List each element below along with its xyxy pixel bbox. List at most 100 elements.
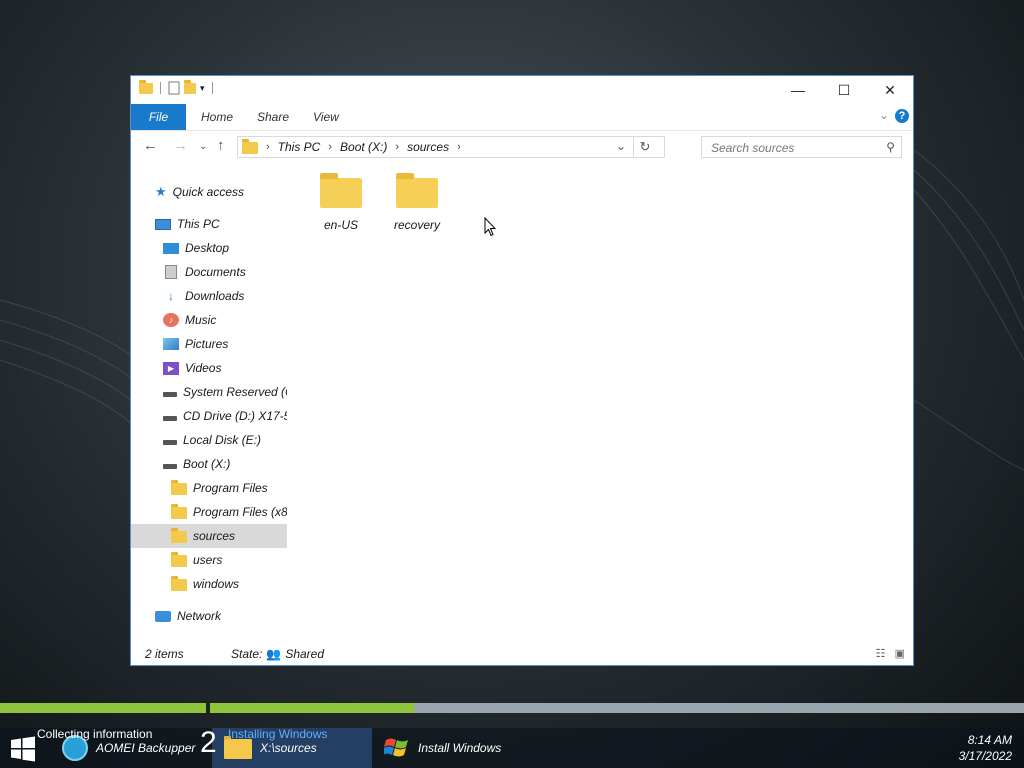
navigation-pane: ★ Quick access This PC Desktop Documents… [131, 176, 287, 646]
ribbon: File Home Share View ⌄ ? [131, 104, 913, 131]
nav-downloads[interactable]: ↓ Downloads [163, 284, 244, 308]
folder-icon [396, 173, 438, 208]
folder-item-recovery[interactable]: recovery [387, 172, 447, 232]
chevron-right-icon[interactable]: › [395, 141, 399, 153]
nav-program-files[interactable]: Program Files [171, 476, 268, 500]
chevron-right-icon[interactable]: › [457, 141, 461, 153]
nav-label: CD Drive (D:) X17-5 [183, 409, 287, 423]
status-bar: 2 items State: 👥 Shared ☷ ▣ [131, 641, 913, 665]
drive-icon [163, 463, 177, 469]
nav-local-disk[interactable]: Local Disk (E:) [163, 428, 261, 452]
nav-label: Boot (X:) [183, 457, 231, 471]
stage2-progress-fill [210, 703, 414, 713]
title-bar[interactable]: ▾ — ☐ ✕ [131, 76, 913, 104]
forward-icon[interactable]: → [173, 137, 188, 154]
nav-users[interactable]: users [171, 548, 222, 572]
taskbar-app-install-windows[interactable]: Install Windows [384, 728, 524, 768]
nav-program-files-x86[interactable]: Program Files (x86) [171, 500, 287, 524]
folder-icon [171, 503, 187, 519]
nav-label: System Reserved (C:) [183, 385, 287, 399]
folder-icon [320, 173, 362, 208]
drive-icon [163, 439, 177, 445]
setup-stage2-label: Installing Windows [228, 727, 328, 741]
nav-label: Quick access [172, 185, 245, 199]
tab-view[interactable]: View [313, 104, 339, 130]
large-icons-view-icon[interactable]: ▣ [895, 648, 905, 660]
nav-label: Music [185, 313, 217, 327]
star-icon: ★ [155, 184, 167, 199]
expand-ribbon-icon[interactable]: ⌄ [879, 108, 889, 122]
chevron-right-icon[interactable]: › [266, 141, 270, 153]
window-controls: — ☐ ✕ [775, 76, 913, 104]
folder-icon [242, 138, 258, 154]
nav-label: Downloads [185, 289, 245, 303]
videos-icon: ▶ [163, 361, 179, 375]
recent-locations-icon[interactable]: ⌄ [199, 141, 207, 152]
up-icon[interactable]: ↑ [217, 137, 225, 154]
nav-quick-access[interactable]: ★ Quick access [155, 180, 244, 204]
nav-this-pc[interactable]: This PC [155, 212, 220, 236]
back-icon[interactable]: ← [143, 137, 158, 154]
nav-label: sources [193, 529, 236, 543]
folder-item-en-us[interactable]: en-US [311, 172, 371, 232]
folder-label: recovery [393, 218, 440, 232]
details-view-icon[interactable]: ☷ [876, 648, 886, 660]
nav-label: Pictures [185, 337, 229, 351]
search-input[interactable] [709, 138, 883, 158]
breadcrumb-sources[interactable]: sources [407, 140, 449, 154]
nav-label: users [193, 553, 223, 567]
customize-qat-icon[interactable]: ▾ [200, 83, 205, 94]
nav-label: Program Files (x86) [193, 505, 287, 519]
nav-cd-drive[interactable]: CD Drive (D:) X17-5 [163, 404, 287, 428]
taskbar-app-label: X:\sources [260, 741, 317, 755]
nav-label: windows [193, 577, 240, 591]
refresh-icon[interactable]: ↻ [633, 137, 656, 157]
nav-desktop[interactable]: Desktop [163, 236, 229, 260]
nav-documents[interactable]: Documents [163, 260, 246, 284]
taskbar-app-label: AOMEI Backupper [96, 741, 196, 755]
address-dropdown-icon[interactable]: ⌄ [616, 139, 626, 153]
windows-start-icon[interactable] [10, 736, 36, 762]
stage1-progress-fill [0, 703, 206, 713]
computer-icon [155, 218, 171, 230]
tab-file[interactable]: File [131, 104, 186, 130]
folder-icon [171, 527, 187, 543]
maximize-button[interactable]: ☐ [821, 76, 867, 104]
search-icon: ⚲ [886, 140, 895, 154]
nav-system-reserved[interactable]: System Reserved (C:) [163, 380, 287, 404]
nav-videos[interactable]: ▶ Videos [163, 356, 221, 380]
address-bar[interactable]: › This PC › Boot (X:) › sources › ⌄ ↻ [237, 136, 665, 158]
nav-pictures[interactable]: Pictures [163, 332, 228, 356]
help-icon[interactable]: ? [895, 109, 909, 123]
setup-stage1-label: Collecting information [37, 727, 153, 741]
nav-music[interactable]: ♪ Music [163, 308, 216, 332]
nav-sources[interactable]: sources [131, 524, 287, 548]
cd-drive-icon [163, 415, 177, 421]
tab-home[interactable]: Home [201, 104, 233, 130]
windows-flag-icon [384, 738, 408, 757]
chevron-right-icon[interactable]: › [328, 141, 332, 153]
nav-label: Videos [185, 361, 222, 375]
folder-icon [171, 551, 187, 567]
nav-windows[interactable]: windows [171, 572, 239, 596]
taskbar: AOMEI Backupper X:\sources Install Windo… [0, 728, 1024, 768]
search-box[interactable]: ⚲ [701, 136, 902, 158]
nav-boot[interactable]: Boot (X:) [163, 452, 230, 476]
folder-icon [224, 735, 252, 759]
tab-share[interactable]: Share [257, 104, 289, 130]
folder-label: en-US [323, 218, 358, 232]
shared-users-icon: 👥 [266, 647, 282, 661]
quick-access-toolbar: ▾ [139, 80, 216, 95]
close-button[interactable]: ✕ [867, 76, 913, 104]
minimize-button[interactable]: — [775, 76, 821, 104]
properties-icon[interactable] [168, 81, 180, 95]
nav-network[interactable]: Network [155, 604, 221, 628]
download-icon: ↓ [168, 289, 174, 303]
breadcrumb-boot[interactable]: Boot (X:) [340, 140, 387, 154]
network-icon [155, 610, 171, 622]
folder-icon [139, 80, 153, 94]
system-clock[interactable]: 8:14 AM 3/17/2022 [959, 732, 1012, 764]
breadcrumb-this-pc[interactable]: This PC [278, 140, 321, 154]
explorer-window[interactable]: ▾ — ☐ ✕ File Home Share View ⌄ ? ← → ⌄ ↑… [130, 75, 914, 666]
new-folder-icon[interactable] [184, 80, 196, 94]
